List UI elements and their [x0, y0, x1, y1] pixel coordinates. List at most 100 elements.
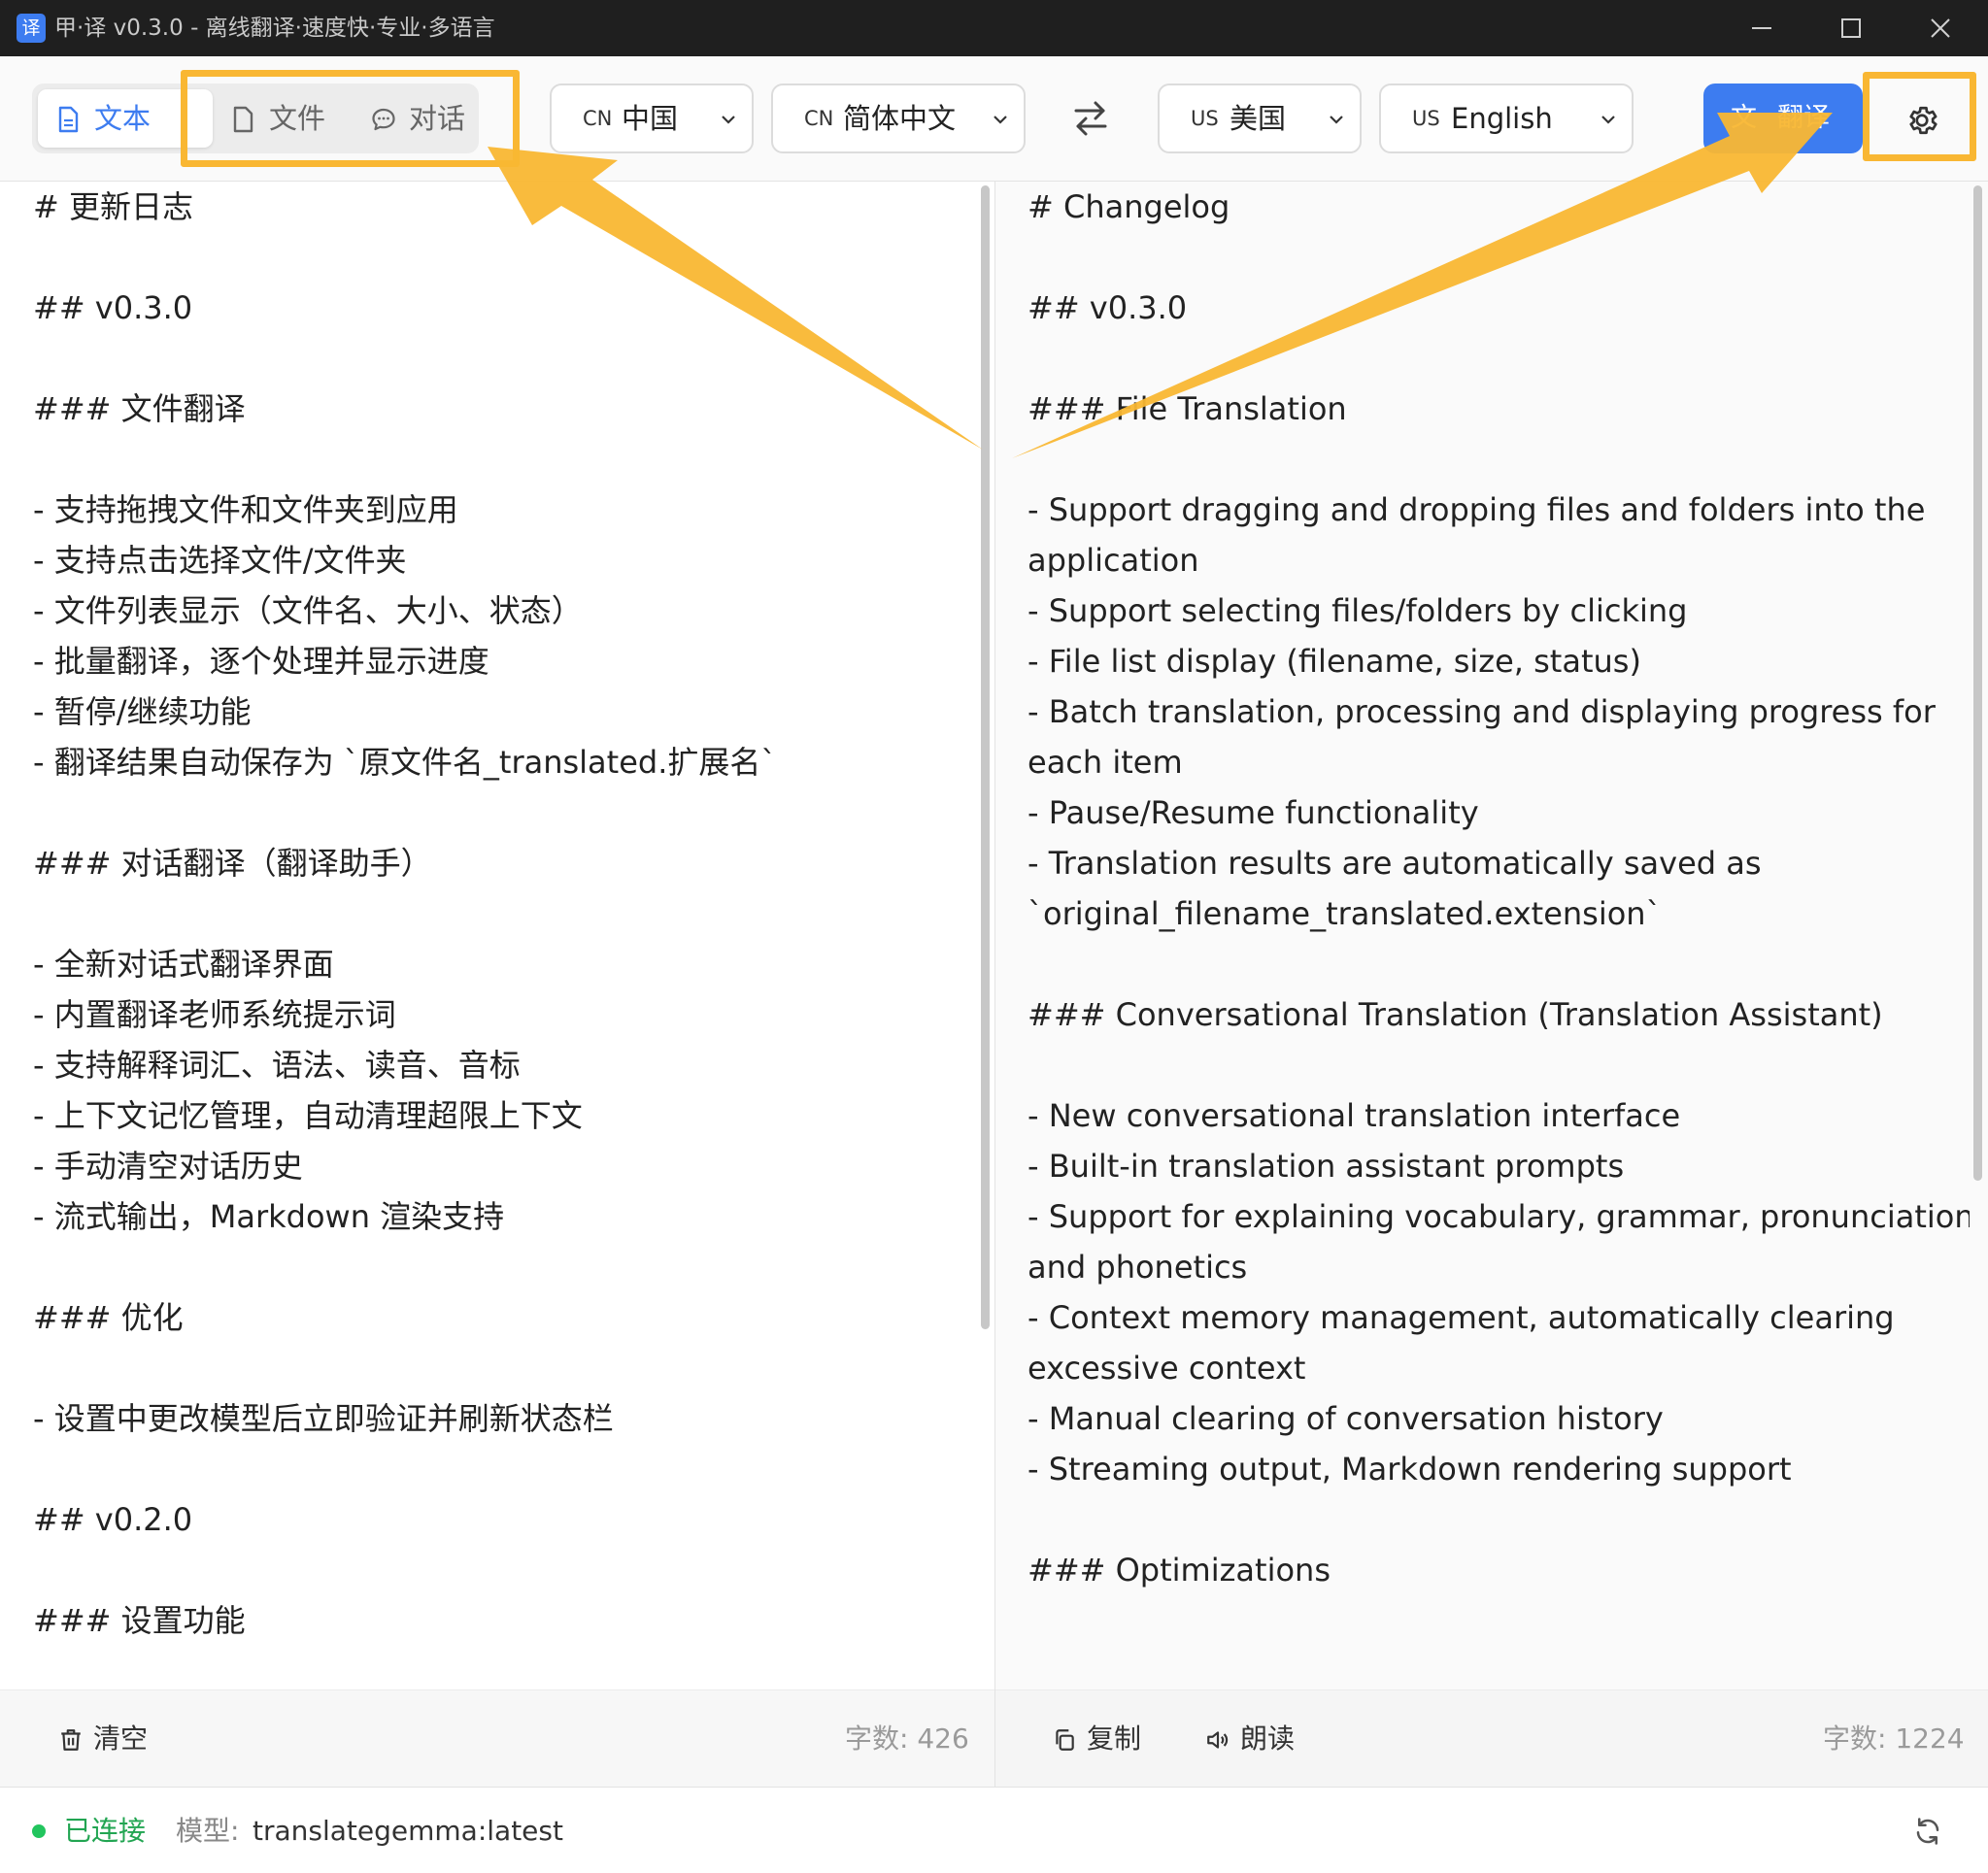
target-text-line — [1028, 434, 1970, 485]
target-text-line: - Streaming output, Markdown rendering s… — [1028, 1451, 1792, 1488]
source-text-line: - 支持点击选择文件/文件夹 — [33, 542, 407, 579]
target-country-select[interactable]: US 美国 — [1158, 84, 1362, 153]
source-text-line: - 上下文记忆管理，自动清理超限上下文 — [33, 1097, 583, 1134]
clear-button[interactable]: 清空 — [58, 1716, 165, 1762]
source-text-line: ### 设置功能 — [33, 1602, 246, 1639]
source-text-line — [33, 1242, 965, 1292]
target-text-line: - File list display (filename, size, sta… — [1028, 643, 1641, 680]
source-language-value: 简体中文 — [843, 102, 957, 135]
source-text-line: ## v0.3.0 — [33, 289, 193, 326]
copy-button[interactable]: 复制 — [1052, 1716, 1159, 1762]
tab-text-label: 文本 — [94, 102, 152, 135]
source-text-line: # 更新日志 — [33, 188, 193, 225]
tab-text[interactable]: 文本 — [38, 89, 213, 148]
target-char-count: 字数: 1224 — [1823, 1722, 1965, 1755]
source-scrollbar[interactable] — [981, 185, 990, 1329]
chevron-down-icon — [1601, 116, 1615, 124]
target-text-line: - Support for explaining vocabulary, gra… — [1028, 1198, 1970, 1235]
translate-button-label: 翻译 — [1777, 103, 1830, 133]
toolbar: 文本 文件 对话 CN 中国 CN 简体中文 US 美国 US English … — [0, 56, 1988, 182]
model-name: translategemma:latest — [253, 1815, 563, 1847]
source-text-line: - 流式输出，Markdown 渲染支持 — [33, 1198, 505, 1235]
flag-us: US — [1412, 107, 1440, 130]
source-text-line: - 批量翻译，逐个处理并显示进度 — [33, 643, 489, 680]
source-text-line — [33, 1545, 965, 1595]
target-text-line: application — [1028, 542, 1199, 579]
target-pane: # Changelog ## v0.3.0 ### File Translation… — [995, 182, 1988, 1787]
source-text-line — [33, 434, 965, 485]
source-text-line: - 全新对话式翻译界面 — [33, 946, 334, 983]
target-text-area[interactable]: # Changelog ## v0.3.0 ### File Translation… — [1028, 182, 1970, 1689]
source-language-select[interactable]: CN 简体中文 — [771, 84, 1026, 153]
target-text-line: - Support dragging and dropping files an… — [1028, 491, 1926, 528]
refresh-icon[interactable] — [1913, 1817, 1942, 1846]
target-text-line: - Built-in translation assistant prompts — [1028, 1148, 1625, 1185]
source-text-line — [33, 232, 965, 283]
chevron-down-icon — [994, 116, 1007, 124]
target-country-value: 美国 — [1230, 102, 1287, 135]
tab-chat[interactable]: 对话 — [353, 89, 479, 148]
tab-chat-label: 对话 — [409, 102, 466, 135]
target-text-line — [1028, 1494, 1970, 1545]
maximize-button[interactable] — [1821, 0, 1881, 56]
tab-file[interactable]: 文件 — [213, 89, 349, 148]
close-button[interactable] — [1910, 0, 1971, 56]
connection-status: 已连接 — [64, 1815, 147, 1847]
flag-cn: CN — [804, 107, 834, 130]
tab-file-label: 文件 — [269, 102, 326, 135]
mode-tabs: 文本 文件 对话 — [32, 84, 479, 153]
source-text-line: - 翻译结果自动保存为 `原文件名_translated.扩展名` — [33, 744, 777, 781]
target-footer: 复制 朗读 字数: 1224 — [995, 1689, 1988, 1787]
source-text-line — [33, 333, 965, 384]
target-text-line: `original_filename_translated.extension` — [1028, 895, 1662, 932]
copy-icon — [1056, 1729, 1074, 1751]
target-text-line: and phonetics — [1028, 1249, 1248, 1286]
settings-button[interactable] — [1888, 91, 1956, 150]
read-aloud-button[interactable]: 朗读 — [1205, 1716, 1312, 1762]
target-text-line: - New conversational translation interfa… — [1028, 1097, 1681, 1134]
target-text-line — [1028, 333, 1970, 384]
read-aloud-button-label: 朗读 — [1240, 1722, 1296, 1755]
file-icon — [233, 106, 253, 133]
source-text-line: ## v0.2.0 — [33, 1501, 193, 1538]
swap-arrows-icon — [1074, 101, 1107, 136]
minimize-button[interactable] — [1732, 0, 1792, 56]
target-text-line — [1028, 232, 1970, 283]
translate-button[interactable]: 文 翻译 — [1703, 84, 1863, 153]
source-country-select[interactable]: CN 中国 — [550, 84, 754, 153]
source-text-area[interactable]: # 更新日志 ## v0.3.0 ### 文件翻译 - 支持拖拽文件和文件夹到应用 - … — [33, 182, 965, 1689]
source-pane: # 更新日志 ## v0.3.0 ### 文件翻译 - 支持拖拽文件和文件夹到应用 - … — [0, 182, 994, 1787]
maximize-icon — [1841, 18, 1861, 38]
gear-icon — [1909, 106, 1937, 135]
minimize-icon — [1752, 27, 1771, 29]
target-text-line — [1028, 1040, 1970, 1090]
source-text-line: ### 对话翻译（翻译助手） — [33, 845, 432, 882]
source-text-line: - 设置中更改模型后立即验证并刷新状态栏 — [33, 1400, 614, 1437]
app-logo-icon: 译 — [17, 14, 46, 43]
swap-languages-button[interactable] — [1068, 99, 1113, 138]
target-text-line: ### File Translation — [1028, 390, 1347, 427]
target-text-line: each item — [1028, 744, 1183, 781]
source-text-line — [33, 1343, 965, 1393]
target-language-select[interactable]: US English — [1379, 84, 1634, 153]
source-footer: 清空 字数: 426 — [0, 1689, 994, 1787]
flag-cn: CN — [583, 107, 613, 130]
clear-button-label: 清空 — [93, 1722, 149, 1755]
target-text-line: # Changelog — [1028, 188, 1230, 225]
target-text-line: ### Conversational Translation (Translat… — [1028, 996, 1883, 1033]
target-language-value: English — [1451, 102, 1553, 135]
trash-icon — [61, 1729, 81, 1751]
source-text-line: - 内置翻译老师系统提示词 — [33, 996, 396, 1033]
status-bar: 已连接 模型: translategemma:latest — [0, 1787, 1988, 1873]
target-text-line: - Manual clearing of conversation histor… — [1028, 1400, 1664, 1437]
source-char-count: 字数: 426 — [845, 1722, 969, 1755]
chevron-down-icon — [1330, 116, 1343, 124]
copy-button-label: 复制 — [1087, 1722, 1142, 1755]
target-text-line: - Translation results are automatically … — [1028, 845, 1762, 882]
target-text-line: excessive context — [1028, 1350, 1306, 1387]
target-scrollbar[interactable] — [1973, 185, 1982, 1181]
close-icon — [1931, 18, 1950, 38]
source-text-line — [33, 787, 965, 838]
window-title: 甲·译 v0.3.0 - 离线翻译·速度快·专业·多语言 — [54, 16, 495, 41]
source-text-line: ### 优化 — [33, 1299, 184, 1336]
